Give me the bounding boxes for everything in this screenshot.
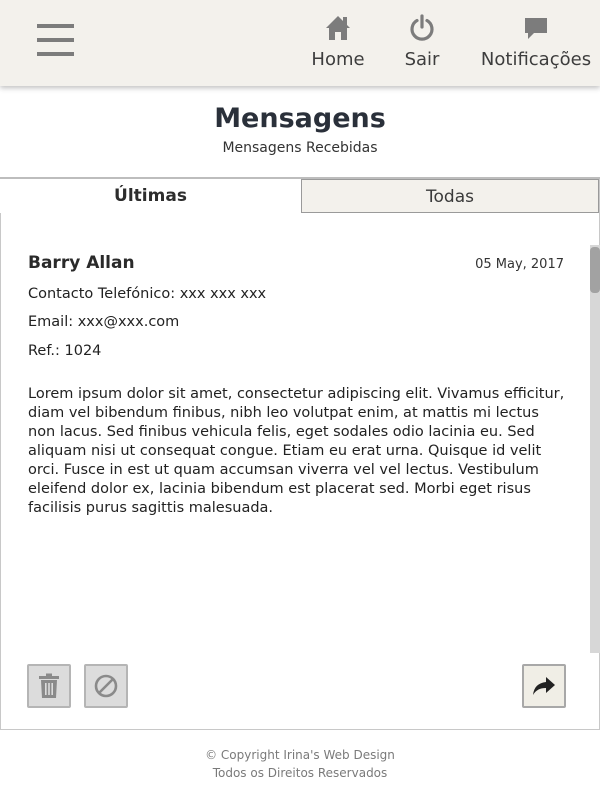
top-bar: Home Sair Notificações <box>0 0 600 86</box>
home-icon <box>326 16 350 40</box>
scrollbar-track[interactable] <box>590 245 600 653</box>
power-icon <box>410 14 434 41</box>
nav-logout-button[interactable]: Sair <box>398 14 446 74</box>
footer-copyright: © Copyright Irina's Web Design <box>205 748 395 762</box>
hamburger-menu-icon[interactable] <box>37 24 74 58</box>
scrollbar-thumb[interactable] <box>590 247 600 293</box>
tab-latest[interactable]: Últimas <box>0 179 301 213</box>
nav-logout-label: Sair <box>404 49 440 70</box>
delete-button[interactable] <box>27 664 71 708</box>
page-title: Mensagens <box>214 103 386 134</box>
chat-bubble-icon <box>525 18 547 39</box>
message-body: Lorem ipsum dolor sit amet, consectetur … <box>28 386 565 516</box>
contact-phone: Contacto Telefónico: xxx xxx xxx <box>28 286 267 302</box>
block-button[interactable] <box>84 664 128 708</box>
nav-home-label: Home <box>311 49 365 70</box>
sender-name: Barry Allan <box>28 253 135 273</box>
forward-button[interactable] <box>522 664 566 708</box>
tab-all[interactable]: Todas <box>301 179 599 213</box>
footer: © Copyright Irina's Web Design Todos os … <box>0 746 600 782</box>
message-date: 05 May, 2017 <box>475 257 564 272</box>
nav-notifications-button[interactable]: Notificações <box>478 14 594 74</box>
nav-notifications-label: Notificações <box>480 49 592 70</box>
contact-email: Email: xxx@xxx.com <box>28 314 180 330</box>
block-icon <box>94 674 118 698</box>
trash-icon <box>39 673 59 698</box>
footer-rights: Todos os Direitos Reservados <box>212 766 388 780</box>
page-subtitle: Mensagens Recebidas <box>222 140 378 156</box>
message-reference: Ref.: 1024 <box>28 343 102 359</box>
nav-home-button[interactable]: Home <box>306 14 370 74</box>
share-arrow-icon <box>533 677 555 695</box>
